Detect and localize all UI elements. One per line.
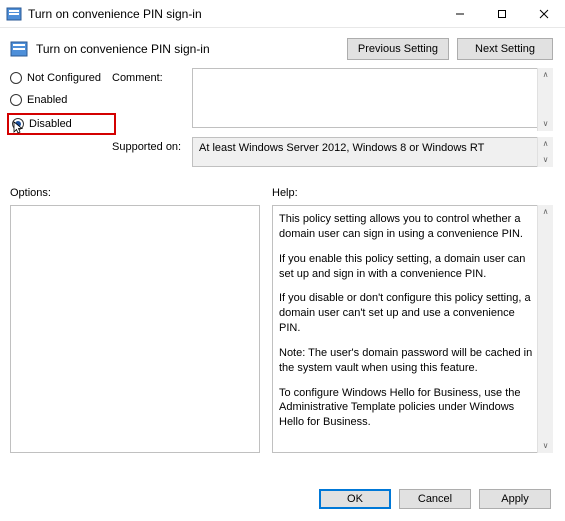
radio-icon: [10, 94, 22, 106]
radio-label: Enabled: [27, 94, 67, 106]
header-row: Turn on convenience PIN sign-in Previous…: [0, 28, 565, 68]
radio-icon: [10, 72, 22, 84]
scrollbar[interactable]: ∧ ∨: [537, 137, 553, 167]
radio-disabled[interactable]: Disabled: [12, 118, 104, 130]
help-paragraph: If you enable this policy setting, a dom…: [279, 252, 534, 282]
apply-button[interactable]: Apply: [479, 489, 551, 509]
minimize-button[interactable]: [439, 1, 481, 27]
options-label: Options:: [10, 187, 260, 199]
supported-on-value: At least Windows Server 2012, Windows 8 …: [199, 142, 484, 154]
options-panel: [10, 205, 260, 453]
previous-setting-button[interactable]: Previous Setting: [347, 38, 449, 60]
cancel-button[interactable]: Cancel: [399, 489, 471, 509]
radio-enabled[interactable]: Enabled: [10, 94, 106, 106]
policy-icon: [10, 40, 28, 58]
help-paragraph: Note: The user's domain password will be…: [279, 346, 534, 376]
help-paragraph: This policy setting allows you to contro…: [279, 212, 534, 242]
scroll-down-icon: ∨: [538, 117, 553, 131]
help-paragraph: To configure Windows Hello for Business,…: [279, 386, 534, 431]
help-panel: This policy setting allows you to contro…: [272, 205, 553, 453]
supported-on-text: At least Windows Server 2012, Windows 8 …: [192, 137, 553, 167]
scroll-down-icon: ∨: [538, 439, 553, 453]
highlight-annotation: Disabled: [7, 113, 116, 135]
window-title: Turn on convenience PIN sign-in: [28, 7, 439, 21]
scroll-up-icon: ∧: [538, 137, 553, 151]
scroll-up-icon: ∧: [538, 68, 553, 82]
radio-not-configured[interactable]: Not Configured: [10, 72, 106, 84]
help-paragraph: If you disable or don't configure this p…: [279, 291, 534, 336]
radio-icon: [12, 118, 24, 130]
dialog-buttons: OK Cancel Apply: [319, 489, 551, 509]
help-label: Help:: [272, 187, 553, 199]
scrollbar[interactable]: ∧ ∨: [537, 205, 553, 453]
scroll-down-icon: ∨: [538, 153, 553, 167]
supported-label: Supported on:: [112, 137, 186, 153]
radio-label: Disabled: [29, 118, 72, 130]
close-button[interactable]: [523, 1, 565, 27]
comment-label: Comment:: [112, 68, 186, 84]
comment-textarea[interactable]: [192, 68, 553, 128]
next-setting-button[interactable]: Next Setting: [457, 38, 553, 60]
ok-button[interactable]: OK: [319, 489, 391, 509]
maximize-button[interactable]: [481, 1, 523, 27]
scrollbar[interactable]: ∧ ∨: [537, 68, 553, 131]
window-controls: [439, 1, 565, 27]
policy-title: Turn on convenience PIN sign-in: [36, 42, 339, 56]
policy-icon: [6, 6, 22, 22]
radio-label: Not Configured: [27, 72, 101, 84]
titlebar: Turn on convenience PIN sign-in: [0, 0, 565, 28]
scroll-up-icon: ∧: [538, 205, 553, 219]
